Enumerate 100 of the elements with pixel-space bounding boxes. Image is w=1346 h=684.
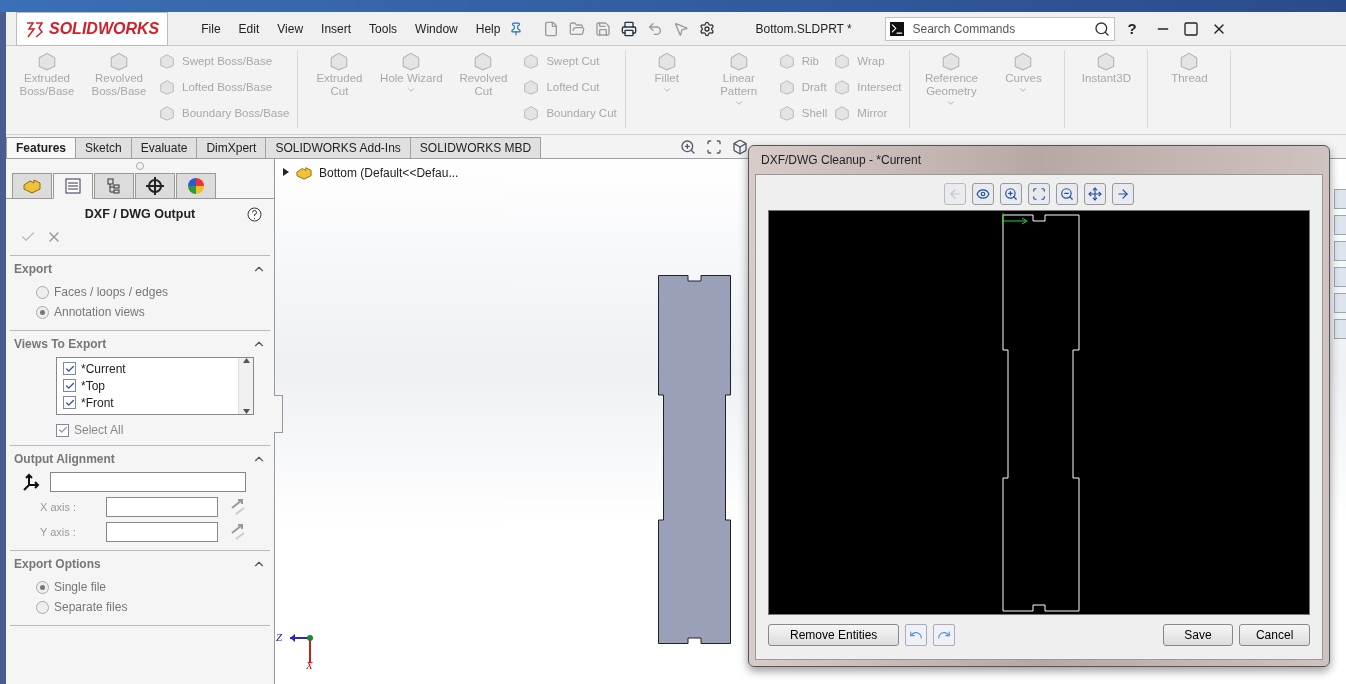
command-tab[interactable]: Features bbox=[6, 137, 77, 158]
section-title: Output Alignment bbox=[14, 452, 115, 466]
radio-button[interactable] bbox=[36, 285, 49, 299]
ribbon-command[interactable]: Intersect bbox=[857, 81, 902, 93]
panel-handle[interactable] bbox=[274, 395, 283, 433]
remove-entities-button[interactable]: Remove Entities bbox=[768, 624, 900, 646]
radio-button[interactable] bbox=[36, 580, 49, 594]
ribbon-command[interactable]: Hole Wizard bbox=[380, 72, 443, 85]
menu-item[interactable]: File bbox=[192, 21, 230, 36]
ribbon-command[interactable]: Curves bbox=[1005, 72, 1042, 85]
toolbar-button[interactable] bbox=[1112, 183, 1134, 205]
ribbon-command[interactable]: Revolved Boss/Base bbox=[86, 72, 152, 98]
zoom-area-icon[interactable] bbox=[706, 138, 723, 155]
reverse-direction-icon[interactable] bbox=[230, 498, 246, 516]
input-field[interactable] bbox=[50, 472, 246, 492]
ribbon-command[interactable]: Linear Pattern bbox=[705, 72, 772, 98]
ribbon-command[interactable]: Shell bbox=[801, 107, 828, 119]
command-tab[interactable]: Sketch bbox=[75, 137, 132, 158]
part-icon bbox=[295, 165, 313, 181]
task-pane-tab[interactable] bbox=[1334, 319, 1346, 339]
checkbox[interactable] bbox=[63, 396, 76, 409]
reverse-direction-icon[interactable] bbox=[230, 523, 246, 541]
command-tab[interactable]: Evaluate bbox=[130, 137, 198, 158]
toolbar-button[interactable] bbox=[1000, 183, 1022, 205]
toolbar-button[interactable] bbox=[1084, 183, 1106, 205]
ribbon-command[interactable]: Draft bbox=[801, 81, 827, 93]
undo-icon[interactable] bbox=[647, 20, 664, 37]
ribbon-command[interactable]: Mirror bbox=[857, 107, 888, 119]
redo-button[interactable] bbox=[932, 624, 955, 646]
task-pane-tab[interactable] bbox=[1334, 293, 1346, 313]
menu-item[interactable]: Help bbox=[466, 21, 510, 36]
ribbon-command[interactable]: Fillet bbox=[654, 72, 679, 85]
open-folder-icon[interactable] bbox=[569, 20, 586, 37]
task-pane-tab[interactable] bbox=[1334, 189, 1346, 209]
menu-item[interactable]: View bbox=[268, 21, 313, 36]
menu-item[interactable]: Tools bbox=[360, 21, 407, 36]
ribbon-command[interactable]: Instant3D bbox=[1081, 72, 1132, 85]
axis-label: Z bbox=[276, 631, 283, 643]
ribbon-command[interactable]: Extruded Cut bbox=[306, 72, 373, 98]
maximize-icon[interactable] bbox=[1182, 20, 1199, 37]
ribbon-command[interactable]: Boundary Cut bbox=[546, 107, 617, 119]
scroll-up-icon[interactable] bbox=[242, 358, 250, 363]
block-icon bbox=[522, 104, 541, 122]
scrollbar[interactable] bbox=[238, 358, 253, 414]
task-pane-tab[interactable] bbox=[1334, 241, 1346, 261]
ribbon-command[interactable]: Extruded Boss/Base bbox=[14, 72, 80, 98]
search-field[interactable]: Search Commands bbox=[910, 20, 1089, 37]
expand-arrow-icon[interactable] bbox=[283, 168, 289, 178]
ribbon-command[interactable]: Rib bbox=[801, 55, 819, 67]
menu-item[interactable]: Window bbox=[406, 21, 467, 36]
ribbon-command[interactable]: Reference Geometry bbox=[918, 72, 985, 98]
zoom-icon[interactable] bbox=[680, 138, 697, 155]
tree-item[interactable]: Bottom (Default<<Defau... bbox=[319, 166, 459, 180]
task-pane-tab[interactable] bbox=[1334, 215, 1346, 235]
view-cube-icon[interactable] bbox=[732, 138, 749, 155]
command-tab[interactable]: SOLIDWORKS MBD bbox=[409, 137, 542, 158]
search-bar[interactable]: Search Commands bbox=[885, 16, 1116, 41]
toolbar-button[interactable] bbox=[1028, 183, 1050, 205]
toolbar-button[interactable] bbox=[972, 183, 994, 205]
save-button[interactable]: Save bbox=[1162, 624, 1234, 646]
input-field[interactable] bbox=[106, 497, 218, 517]
input-field[interactable] bbox=[106, 522, 218, 542]
pin-icon[interactable] bbox=[509, 21, 524, 36]
ribbon-command[interactable]: Revolved Cut bbox=[450, 72, 517, 98]
ribbon-command[interactable]: Lofted Cut bbox=[546, 81, 600, 93]
back-arrow-icon bbox=[948, 187, 962, 201]
menu-item[interactable]: Edit bbox=[229, 21, 269, 36]
block-icon bbox=[777, 52, 796, 70]
undo-button[interactable] bbox=[905, 624, 927, 646]
search-icon[interactable] bbox=[1094, 20, 1111, 37]
menu-item[interactable]: Insert bbox=[312, 21, 361, 36]
view-label[interactable]: *Top bbox=[81, 378, 106, 393]
command-tab[interactable]: DimXpert bbox=[196, 137, 267, 158]
new-document-icon[interactable] bbox=[543, 20, 560, 37]
ribbon-command[interactable]: Thread bbox=[1171, 72, 1208, 85]
help-icon[interactable] bbox=[247, 206, 262, 222]
checkbox[interactable] bbox=[63, 379, 76, 392]
ribbon-command[interactable]: Lofted Boss/Base bbox=[182, 81, 273, 93]
toolbar-button[interactable] bbox=[1056, 183, 1078, 205]
panel-tab[interactable] bbox=[135, 173, 175, 199]
settings-icon[interactable] bbox=[699, 20, 716, 37]
view-label[interactable]: *Current bbox=[81, 361, 126, 376]
zoom-in-icon bbox=[1004, 187, 1018, 201]
ribbon-command[interactable]: Wrap bbox=[857, 55, 885, 67]
ribbon-command[interactable]: Swept Cut bbox=[546, 55, 600, 67]
ribbon-command[interactable]: Swept Boss/Base bbox=[182, 55, 273, 67]
printer-icon[interactable] bbox=[621, 20, 638, 37]
checkbox[interactable] bbox=[56, 423, 69, 437]
help-menu[interactable]: ? bbox=[1127, 20, 1137, 37]
ribbon-command[interactable]: Boundary Boss/Base bbox=[182, 107, 290, 119]
view-label[interactable]: *Front bbox=[81, 395, 114, 410]
save-icon[interactable] bbox=[595, 20, 612, 37]
task-pane-tab[interactable] bbox=[1334, 267, 1346, 287]
checkbox[interactable] bbox=[63, 362, 76, 375]
radio-button[interactable] bbox=[36, 600, 49, 614]
cancel-button[interactable]: Cancel bbox=[1239, 624, 1310, 646]
command-tab[interactable]: SOLIDWORKS Add-Ins bbox=[265, 137, 411, 158]
scroll-down-icon[interactable] bbox=[242, 409, 250, 414]
document-title: Bottom.SLDPRT * bbox=[755, 21, 853, 36]
radio-button[interactable] bbox=[36, 305, 49, 319]
